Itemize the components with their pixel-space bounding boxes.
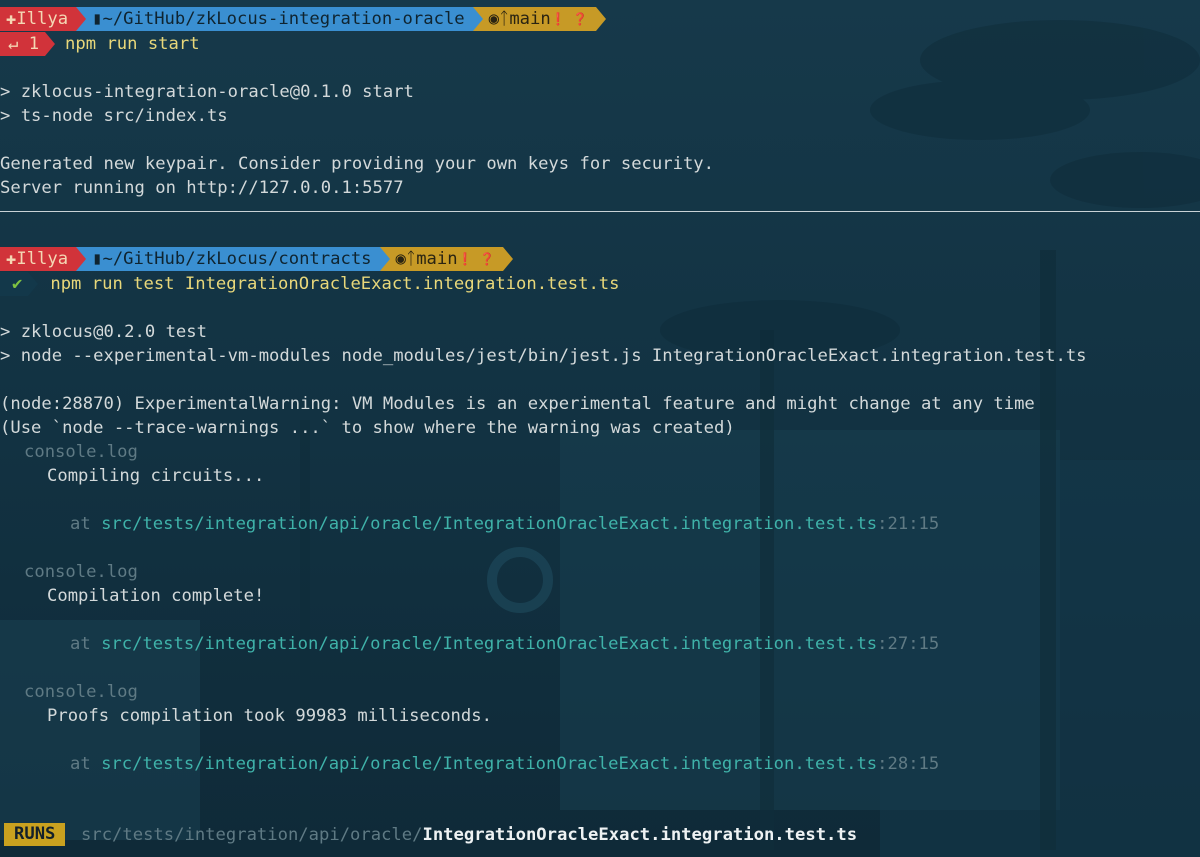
console-log-message: Compilation complete! [47, 586, 265, 606]
prompt-user-segment: ✚ Illya [0, 247, 77, 271]
prompt-git-segment: ◉ ᛏ main ❗ ❓ [482, 7, 596, 31]
segment-arrow [379, 247, 390, 271]
stack-location: :27:15 [877, 634, 940, 654]
prompt-branch: main [416, 249, 458, 269]
output-line: Generated new keypair. Consider providin… [0, 154, 714, 174]
prompt-dir: ~/GitHub/zkLocus-integration-oracle [102, 9, 465, 29]
segment-arrow [595, 7, 606, 31]
console-log-message: Proofs compilation took 99983 millisecon… [47, 706, 492, 726]
prompt-status-line-2: ✔ npm run test IntegrationOracleExact.in… [0, 272, 620, 296]
stack-location: :28:15 [877, 754, 940, 774]
command-text: npm run start [65, 34, 200, 54]
prompt-user-segment: ✚ Illya [0, 7, 77, 31]
stack-at: at [70, 754, 91, 774]
git-status-flags: ❗ ❓ [550, 12, 588, 26]
runs-badge: RUNS [4, 823, 66, 846]
runs-test-file: IntegrationOracleExact.integration.test.… [422, 825, 858, 845]
apple-icon: ✚ [6, 9, 17, 29]
prompt-branch: main [509, 9, 551, 29]
exit-status-badge: ↵ 1 [0, 32, 46, 56]
output-line: > zklocus-integration-oracle@0.1.0 start [0, 82, 414, 102]
runs-test-path: src/tests/integration/api/oracle/Integra… [81, 823, 857, 847]
output-line: > ts-node src/index.ts [0, 106, 228, 126]
warning-line: (Use `node --trace-warnings ...` to show… [0, 418, 735, 438]
folder-icon: ▮ [92, 9, 103, 29]
folder-icon: ▮ [92, 249, 103, 269]
stack-location: :21:15 [877, 514, 940, 534]
segment-arrow [76, 7, 87, 31]
stack-file-path[interactable]: src/tests/integration/api/oracle/Integra… [101, 634, 877, 654]
prompt-user: Illya [16, 249, 69, 269]
console-log-label: console.log [24, 562, 138, 582]
prompt-line-2: ✚ Illya ▮ ~/GitHub/zkLocus/contracts ◉ ᛏ… [0, 247, 513, 271]
segment-arrow [45, 32, 56, 56]
stack-frame-line: at src/tests/integration/api/oracle/Inte… [70, 752, 939, 776]
stack-file-path[interactable]: src/tests/integration/api/oracle/Integra… [101, 514, 877, 534]
runs-test-dir: src/tests/integration/api/oracle/ [81, 825, 423, 845]
prompt-user: Illya [16, 9, 69, 29]
segment-arrow [472, 7, 483, 31]
branch-icon: ᛏ [405, 249, 417, 269]
stack-frame-line: at src/tests/integration/api/oracle/Inte… [70, 512, 939, 536]
output-line: > zklocus@0.2.0 test [0, 322, 207, 342]
prompt-dir: ~/GitHub/zkLocus/contracts [102, 249, 372, 269]
pane-divider[interactable] [0, 211, 1200, 212]
prompt-status-line-1: ↵ 1 npm run start [0, 32, 200, 56]
git-status-flags: ❗ ❓ [457, 252, 495, 266]
branch-icon: ᛏ [499, 9, 510, 29]
console-log-label: console.log [24, 682, 138, 702]
prompt-dir-segment: ▮ ~/GitHub/zkLocus-integration-oracle [86, 7, 473, 31]
apple-icon: ✚ [6, 249, 17, 269]
command-text: npm run test IntegrationOracleExact.inte… [50, 274, 620, 294]
prompt-git-segment: ◉ ᛏ main ❗ ❓ [389, 247, 503, 271]
stack-frame-line: at src/tests/integration/api/oracle/Inte… [70, 632, 939, 656]
output-line: > node --experimental-vm-modules node_mo… [0, 346, 1087, 366]
stack-at: at [70, 514, 91, 534]
console-log-label: console.log [24, 442, 138, 462]
segment-arrow [502, 247, 513, 271]
prompt-dir-segment: ▮ ~/GitHub/zkLocus/contracts [86, 247, 380, 271]
octocat-icon: ◉ [395, 249, 406, 269]
stack-file-path[interactable]: src/tests/integration/api/oracle/Integra… [101, 754, 877, 774]
output-line: Server running on http://127.0.0.1:5577 [0, 178, 404, 198]
octocat-icon: ◉ [488, 9, 499, 29]
warning-line: (node:28870) ExperimentalWarning: VM Mod… [0, 394, 1035, 414]
prompt-line-1: ✚ Illya ▮ ~/GitHub/zkLocus-integration-o… [0, 7, 606, 31]
segment-arrow [28, 272, 39, 296]
success-check-icon: ✔ [0, 272, 29, 296]
console-log-message: Compiling circuits... [47, 466, 265, 486]
segment-arrow [76, 247, 87, 271]
stack-at: at [70, 634, 91, 654]
terminal-window: ✚ Illya ▮ ~/GitHub/zkLocus-integration-o… [0, 0, 1200, 857]
